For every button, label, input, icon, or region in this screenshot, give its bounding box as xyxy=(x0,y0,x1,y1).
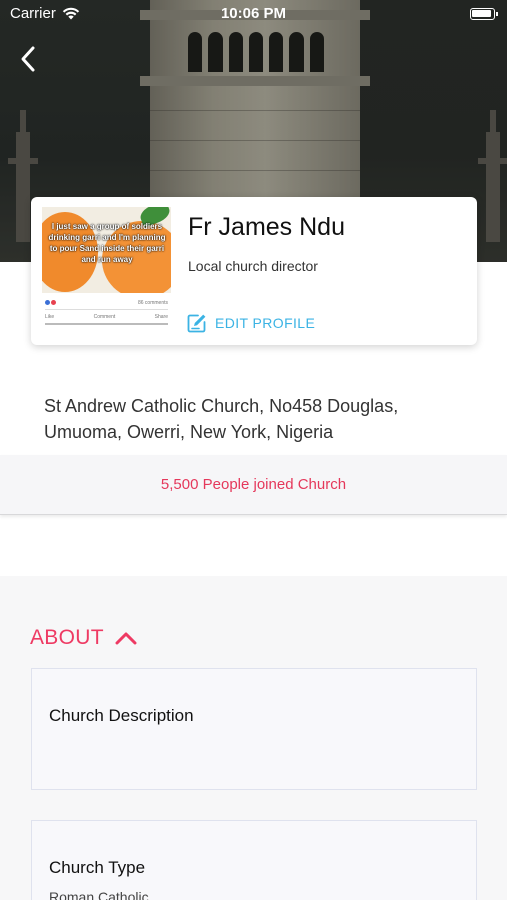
chevron-up-icon xyxy=(115,632,137,645)
edit-profile-button[interactable]: EDIT PROFILE xyxy=(187,313,315,333)
church-description-label: Church Description xyxy=(49,706,194,725)
status-bar: Carrier 10:06 PM xyxy=(0,0,507,28)
about-toggle[interactable]: ABOUT xyxy=(30,626,138,650)
church-description-box: Church Description xyxy=(31,668,477,790)
profile-name: Fr James Ndu xyxy=(188,213,345,241)
battery-icon xyxy=(470,8,498,20)
edit-profile-label: EDIT PROFILE xyxy=(215,315,316,331)
comment-action: Comment xyxy=(93,313,116,320)
church-address: St Andrew Catholic Church, No458 Douglas… xyxy=(44,396,399,442)
church-type-value: Roman Catholic xyxy=(49,889,149,900)
chevron-left-icon xyxy=(21,46,35,72)
members-joined-banner: 5,500 People joined Church xyxy=(0,455,507,515)
members-joined-text: 5,500 People joined Church xyxy=(160,476,347,493)
profile-role: Local church director xyxy=(188,258,318,274)
like-action: Like xyxy=(45,313,55,320)
back-button[interactable] xyxy=(14,44,44,74)
profile-card: I just saw a group of soldiers drinking … xyxy=(31,197,477,345)
church-type-label: Church Type xyxy=(49,858,146,877)
about-title: ABOUT xyxy=(30,626,104,649)
meme-image: I just saw a group of soldiers drinking … xyxy=(42,207,171,293)
church-type-box: Church Type Roman Catholic xyxy=(31,820,477,900)
meme-caption: I just saw a group of soldiers drinking … xyxy=(48,222,166,264)
edit-icon xyxy=(187,314,206,333)
share-action: Share xyxy=(154,313,168,320)
profile-thumbnail[interactable]: I just saw a group of soldiers drinking … xyxy=(42,207,171,335)
post-footer: 86 comments Like Comment Share xyxy=(42,297,171,326)
comments-count: 86 comments xyxy=(137,299,168,306)
status-time: 10:06 PM xyxy=(220,5,287,22)
